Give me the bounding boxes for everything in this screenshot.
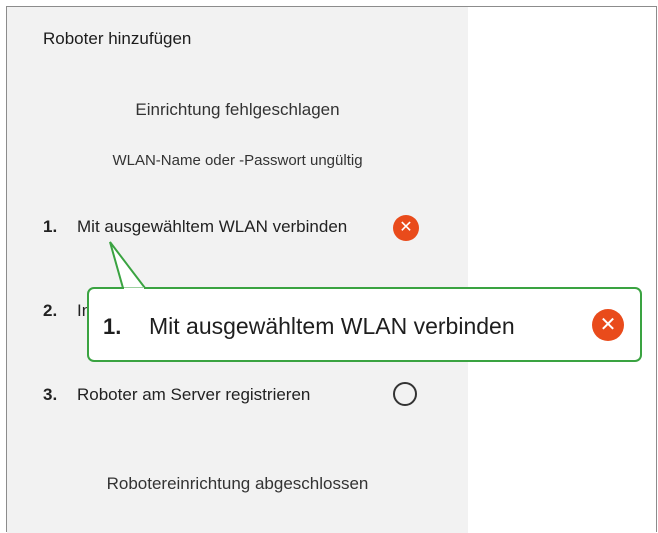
callout-step-label: Mit ausgewähltem WLAN verbinden (149, 313, 515, 339)
callout-step-number: 1. (103, 314, 122, 339)
callout-pointer (109, 241, 148, 289)
close-icon: ✕ (592, 309, 624, 341)
zoom-callout: 1. Mit ausgewähltem WLAN verbinden ✕ (87, 287, 642, 362)
